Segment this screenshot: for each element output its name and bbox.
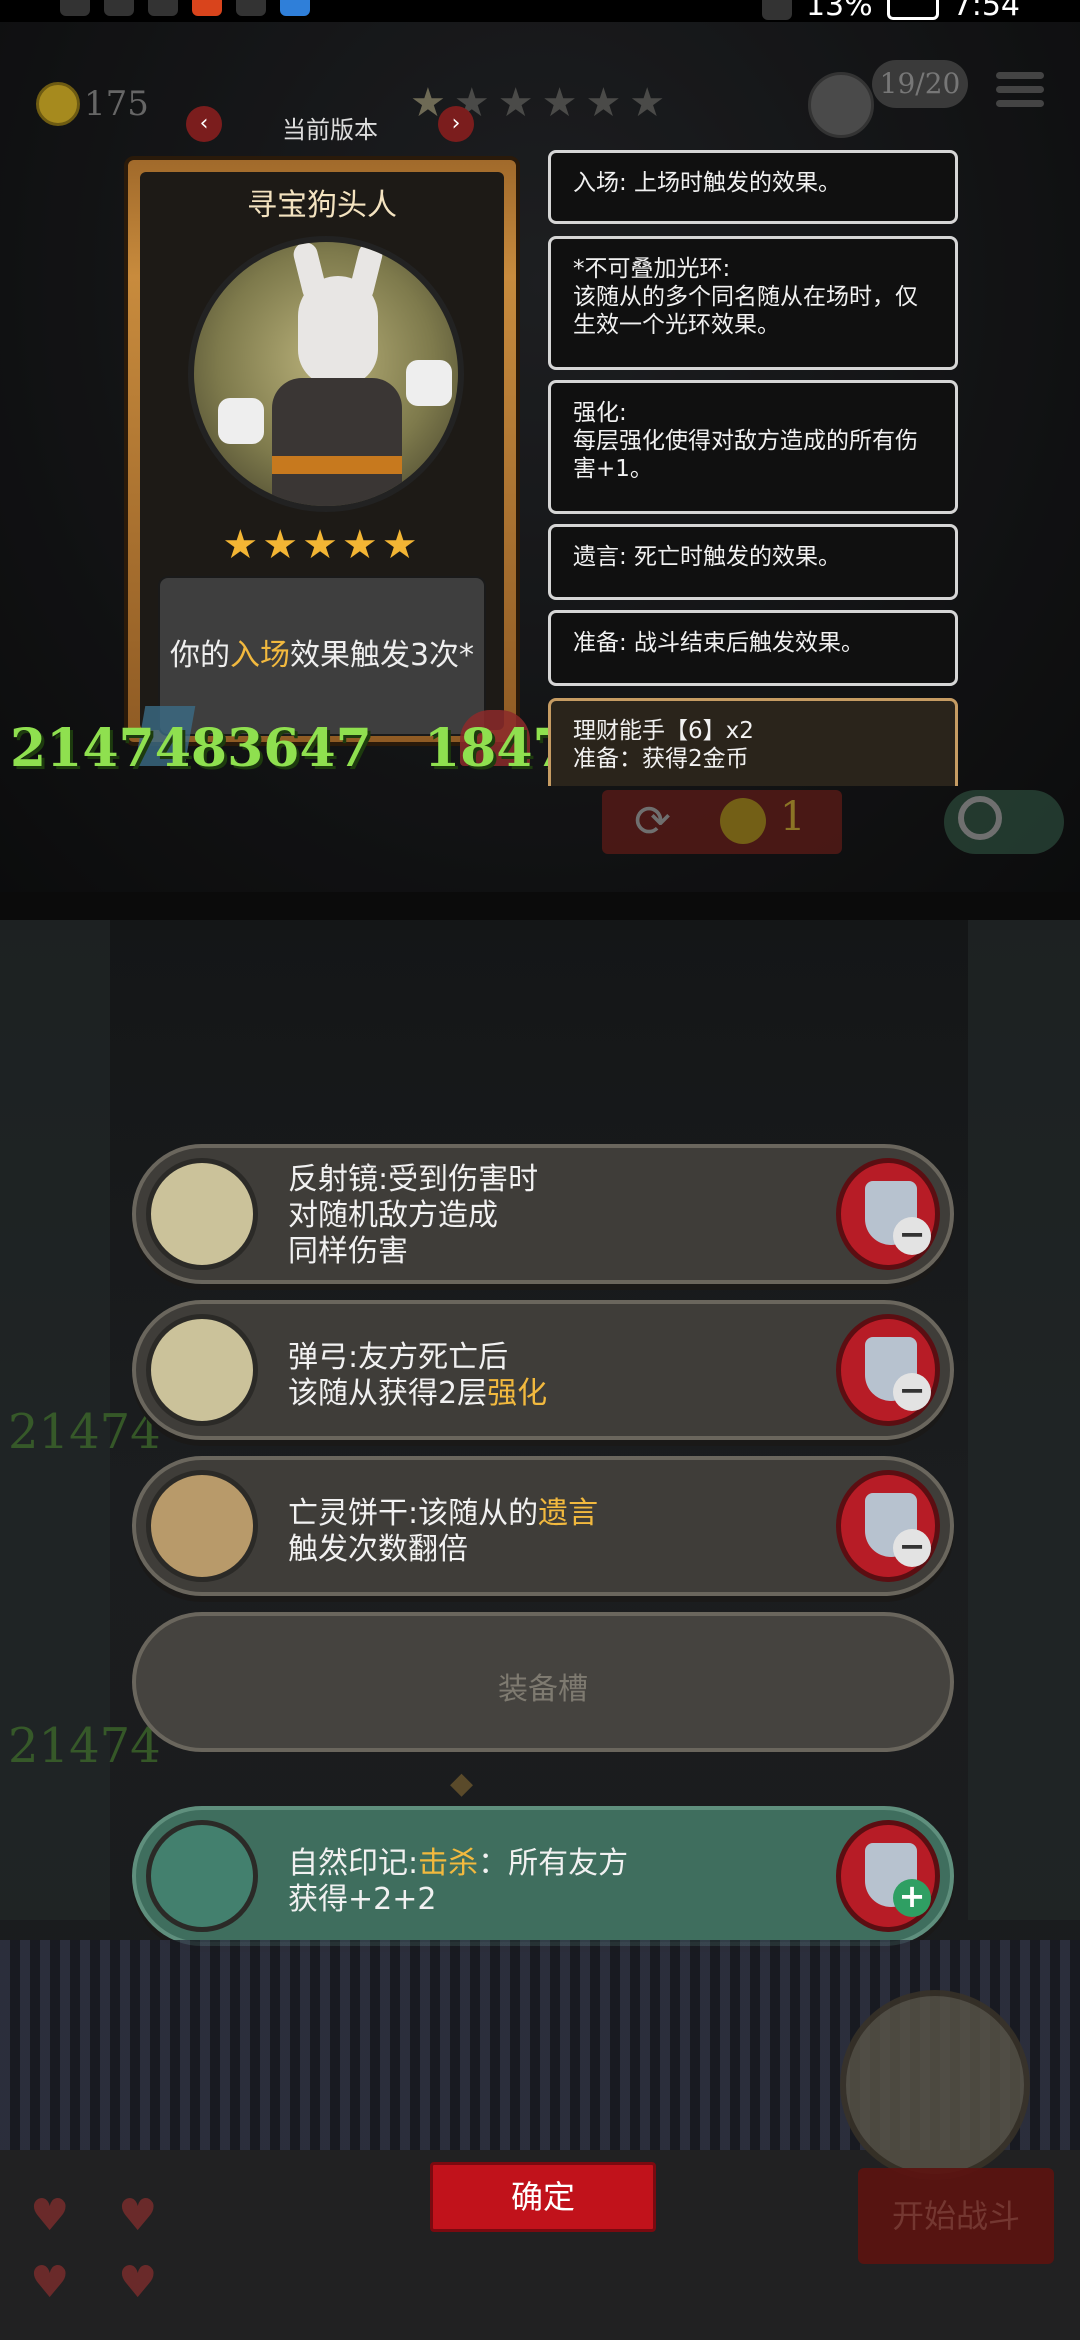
star-icon: ★ (497, 80, 534, 126)
card-description: 你的入场效果触发3次* (169, 638, 475, 673)
version-label: 当前版本 (282, 116, 378, 144)
equipment-description: 反射镜:受到伤害时 对随机敌方造成 同样伤害 (288, 1162, 539, 1269)
split-screen-divider (0, 892, 1080, 920)
equipment-slot-mirror: 反射镜:受到伤害时 对随机敌方造成 同样伤害 − (132, 1144, 954, 1284)
status-bar: 13% 7:54 (0, 0, 1080, 23)
minion-card: 寻宝狗头人 ★★★★★ 你的入场效果触发3次* (124, 156, 520, 746)
slingshot-icon (146, 1314, 258, 1426)
add-equipment-button[interactable]: + (836, 1820, 940, 1932)
right-pillar-decoration (968, 920, 1080, 1920)
hd-icon (60, 0, 90, 16)
heart-icon: ♥ (30, 2190, 70, 2241)
heart-icon: ♥ (30, 2257, 70, 2308)
status-icons-left (60, 0, 310, 16)
keyword-tooltip-aura: *不可叠加光环: 该随从的多个同名随从在场时，仅生效一个光环效果。 (548, 236, 958, 370)
nfc-icon (761, 0, 792, 20)
prev-version-button[interactable]: ‹ (186, 106, 222, 142)
search-icon (958, 796, 1002, 840)
app-notification-icon (192, 0, 222, 16)
gold-count: 175 (84, 84, 149, 124)
next-version-button[interactable]: › (438, 106, 474, 142)
turn-counter: 19/20 (872, 60, 968, 108)
gold-coin-icon (36, 82, 80, 126)
remove-equipment-button[interactable]: − (836, 1314, 940, 1426)
status-icons-right: 13% 7:54 (761, 0, 1020, 23)
minus-icon: − (893, 1373, 931, 1411)
menu-icon[interactable] (996, 72, 1044, 114)
remove-equipment-button[interactable]: − (836, 1158, 940, 1270)
minus-icon: − (893, 1217, 931, 1255)
background-attack-value: 21474 (8, 1404, 161, 1460)
star-icon: ★ (585, 80, 622, 126)
refresh-cost: 1 (780, 794, 806, 840)
keyword-tooltip-empower: 强化: 每层强化使得对敌方造成的所有伤害+1。 (548, 380, 958, 514)
equipment-description: 自然印记:击杀：所有友方 获得+2+2 (288, 1846, 629, 1917)
app-notification-icon-2 (280, 0, 310, 16)
start-battle-button[interactable]: 开始战斗 (858, 2168, 1054, 2264)
wechat-icon (236, 0, 266, 16)
keyword-highlight: 入场 (229, 638, 290, 673)
plus-icon: + (893, 1879, 931, 1917)
empty-slot-label: 装备槽 (498, 1672, 588, 1707)
equipment-slot-slingshot: 弹弓:友方死亡后 该随从获得2层强化 − (132, 1300, 954, 1440)
empty-equipment-slot[interactable]: 装备槽 (132, 1612, 954, 1752)
new-equipment-nature-mark: 自然印记:击杀：所有友方 获得+2+2 + (132, 1806, 954, 1946)
keyword-tooltip-deathrattle: 遗言: 死亡时触发的效果。 (548, 524, 958, 600)
equipment-description: 弹弓:友方死亡后 该随从获得2层强化 (288, 1340, 548, 1411)
heart-icon: ♥ (118, 2257, 158, 2308)
masked-head-illustration (298, 276, 378, 386)
confirm-button[interactable]: 确定 (430, 2162, 656, 2232)
signal-icon (104, 0, 134, 16)
enchantment-tooltip: 理财能手【6】x2 准备：获得2金币 (548, 698, 958, 786)
biscuit-icon (146, 1470, 258, 1582)
keyword-tooltip-battlecry: 入场: 上场时触发的效果。 (548, 150, 958, 224)
hero-portrait[interactable] (840, 1990, 1030, 2180)
star-icon: ★ (629, 80, 666, 126)
refresh-coin-icon (720, 798, 766, 844)
opponent-avatar[interactable] (808, 72, 874, 138)
lives-hearts: ♥ ♥ ♥ ♥ (30, 2190, 178, 2308)
attack-value: 2147483647 (10, 718, 372, 779)
refresh-icon: ⟳ (634, 796, 671, 847)
battery-percent: 13% (805, 0, 873, 23)
battery-icon (886, 0, 939, 20)
minus-icon: − (893, 1529, 931, 1567)
wifi-icon (148, 0, 178, 16)
separator-ornament: ◆ (450, 1766, 474, 1801)
heart-icon: ♥ (118, 2190, 158, 2241)
background-attack-value-2: 21474 (8, 1718, 161, 1774)
card-name: 寻宝狗头人 (247, 188, 397, 223)
star-icon: ★ (541, 80, 578, 126)
card-description-box: 你的入场效果触发3次* (158, 576, 486, 736)
card-portrait (188, 236, 464, 512)
clock: 7:54 (952, 0, 1020, 23)
keyword-tooltip-prepare: 准备: 战斗结束后触发效果。 (548, 610, 958, 686)
mirror-icon (146, 1158, 258, 1270)
equipment-description: 亡灵饼干:该随从的遗言 触发次数翻倍 (288, 1496, 599, 1567)
card-frame: 寻宝狗头人 ★★★★★ 你的入场效果触发3次* (140, 172, 504, 736)
remove-equipment-button[interactable]: − (836, 1470, 940, 1582)
equipment-slot-undead-biscuit: 亡灵饼干:该随从的遗言 触发次数翻倍 − (132, 1456, 954, 1596)
nature-mark-icon (146, 1820, 258, 1932)
card-star-rating: ★★★★★ (222, 522, 422, 568)
enchantment-tooltip-clip: 理财能手【6】x2 准备：获得2金币 (548, 698, 962, 786)
